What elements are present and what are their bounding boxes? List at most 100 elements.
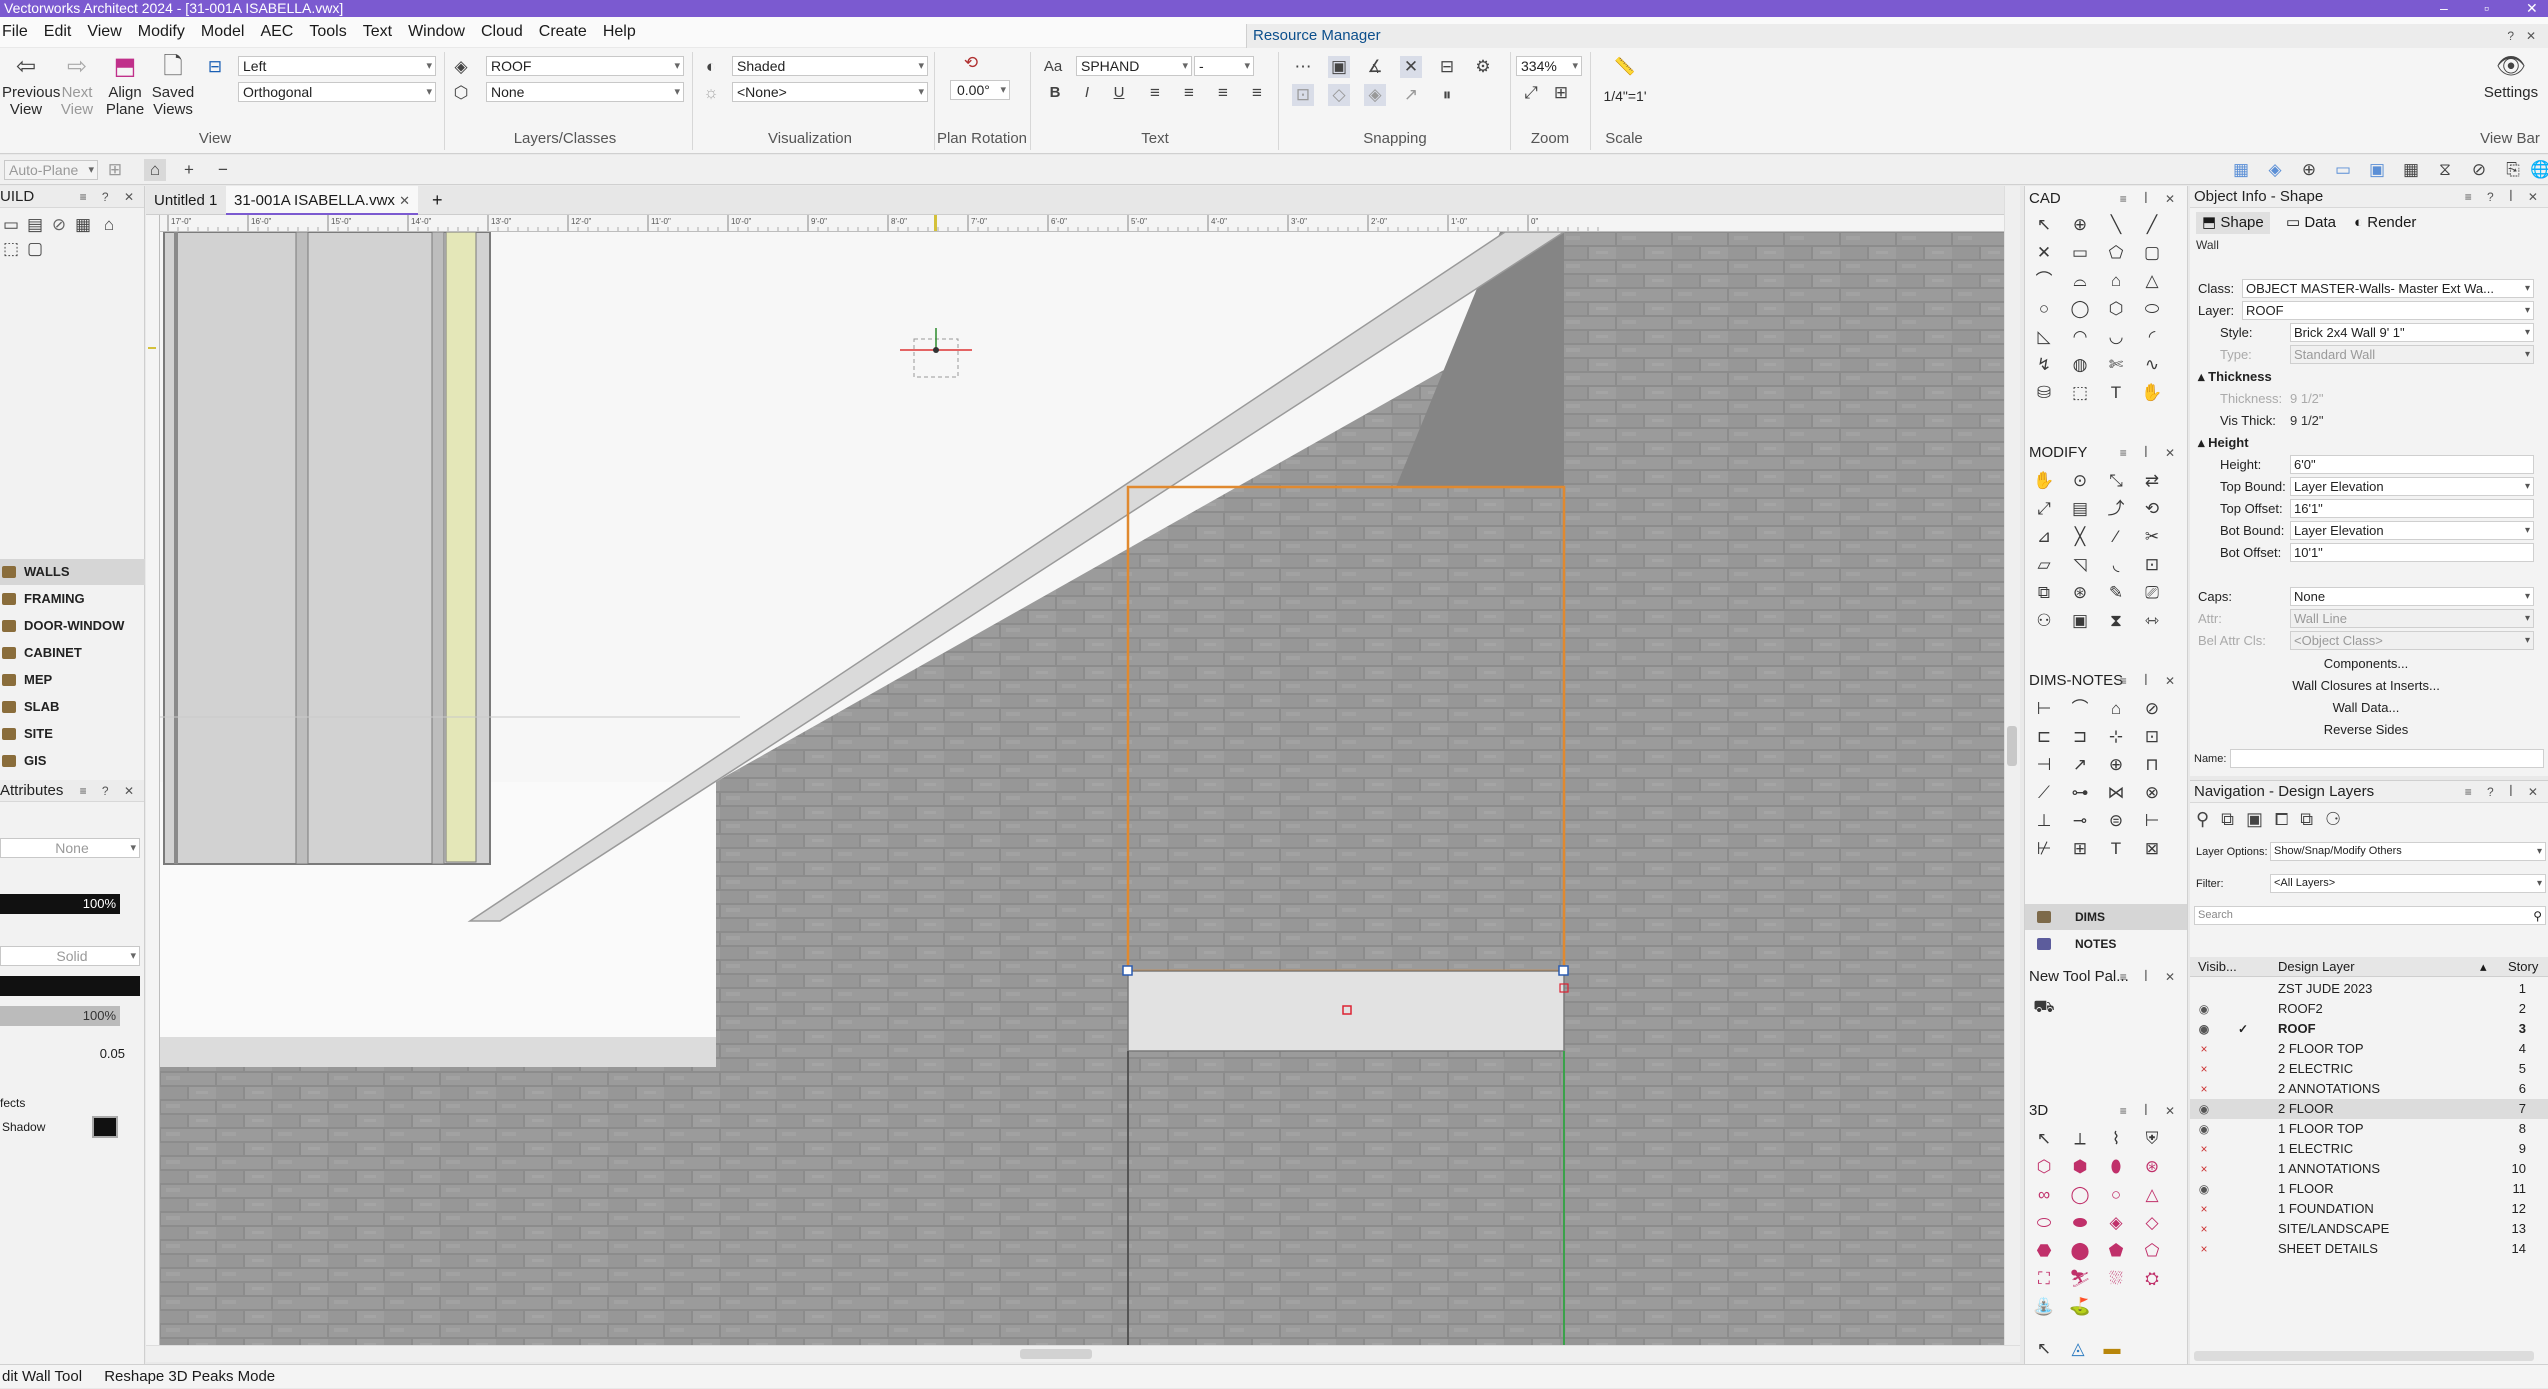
- palette-controls[interactable]: ≡ ? ꟾ ✕: [2465, 781, 2544, 803]
- tab-render[interactable]: ◐ Render: [2348, 212, 2422, 234]
- layer-select[interactable]: ROOF: [2242, 301, 2534, 320]
- class-select[interactable]: OBJECT MASTER-Walls- Master Ext Wa...: [2242, 279, 2534, 298]
- section-view-icon[interactable]: ▭: [2332, 159, 2354, 181]
- tab-shape[interactable]: ⬒ Shape: [2196, 212, 2270, 234]
- cad-tool-icon[interactable]: ◠: [2065, 324, 2095, 350]
- close-icon[interactable]: ✕: [2526, 0, 2538, 17]
- align-left-icon[interactable]: ≡: [1144, 82, 1166, 104]
- view-select[interactable]: Left: [238, 56, 436, 76]
- custom-tool-icon[interactable]: ⛟: [2029, 994, 2059, 1020]
- hidden-x-icon[interactable]: ×: [2198, 1159, 2210, 1179]
- layer-row[interactable]: ◉ ✓ ROOF 3: [2190, 1019, 2548, 1039]
- layer-view-icon[interactable]: ▦: [2230, 159, 2252, 181]
- 3d-tool-icon[interactable]: ⛲: [2029, 1294, 2059, 1320]
- layer-row[interactable]: × 1 ANNOTATIONS 10: [2190, 1159, 2548, 1179]
- align-right-icon[interactable]: ≡: [1212, 82, 1234, 104]
- hidden-x-icon[interactable]: ×: [2198, 1239, 2210, 1259]
- modify-tool-icon[interactable]: ⇄: [2137, 468, 2167, 494]
- 3d-tool-icon[interactable]: ⬠: [2137, 1238, 2167, 1264]
- menu-modify[interactable]: Modify: [130, 17, 193, 47]
- close-icon[interactable]: ✕: [2526, 24, 2536, 48]
- dims-notes-tool-icon[interactable]: ⊣: [2029, 752, 2059, 778]
- toolset-mep[interactable]: MEP: [0, 667, 145, 693]
- dims-notes-tool-icon[interactable]: T: [2101, 836, 2131, 862]
- style-select[interactable]: Brick 2x4 Wall 9' 1": [2290, 323, 2534, 342]
- selection-handle[interactable]: [1558, 965, 1569, 976]
- components-button[interactable]: Components...: [2194, 654, 2538, 674]
- maximize-icon[interactable]: ▫: [2484, 0, 2489, 17]
- tab-isabella[interactable]: 31-001A ISABELLA.vwx ✕: [226, 186, 419, 215]
- snap-distance-icon[interactable]: ⊟: [1436, 56, 1458, 78]
- layer-row[interactable]: ◉ 1 FLOOR 11: [2190, 1179, 2548, 1199]
- wall-data-button[interactable]: Wall Data...: [2194, 698, 2538, 718]
- filter-select[interactable]: <All Layers>: [2270, 874, 2546, 893]
- cad-tool-icon[interactable]: ⛁: [2029, 380, 2059, 406]
- 3d-tool-icon[interactable]: ⬢: [2065, 1154, 2095, 1180]
- visible-eye-icon[interactable]: ◉: [2198, 999, 2210, 1019]
- palette-controls[interactable]: ≡ ꟾ ✕: [2120, 1100, 2182, 1122]
- cad-tool-icon[interactable]: ○: [2029, 296, 2059, 322]
- active-layer-select[interactable]: ROOF: [486, 56, 684, 76]
- toolset-icon-6[interactable]: ⬚: [0, 238, 22, 260]
- modify-tool-icon[interactable]: ⊡: [2137, 552, 2167, 578]
- visible-eye-icon[interactable]: ◉: [2198, 1099, 2210, 1119]
- 3d-tool-icon[interactable]: ◯: [2065, 1182, 2095, 1208]
- dims-notes-tool-icon[interactable]: ⊓: [2137, 752, 2167, 778]
- modify-tool-icon[interactable]: ✂: [2137, 524, 2167, 550]
- toolset-icon-2[interactable]: ▤: [24, 214, 46, 236]
- bot-bound-select[interactable]: Layer Elevation: [2290, 521, 2534, 540]
- 3d-tool-icon[interactable]: ⊛: [2137, 1154, 2167, 1180]
- light-select[interactable]: <None>: [732, 82, 928, 102]
- auto-plane-button[interactable]: Auto-Plane: [4, 160, 98, 180]
- selection-tool-icon[interactable]: ↖: [2029, 1336, 2059, 1362]
- modify-tool-icon[interactable]: ⁄: [2101, 524, 2131, 550]
- height-header[interactable]: ▴ Height: [2190, 432, 2548, 454]
- dims-notes-tool-icon[interactable]: ⊢: [2029, 696, 2059, 722]
- dims-notes-tool-icon[interactable]: ⟋: [2029, 780, 2059, 806]
- modify-tool-icon[interactable]: ✎: [2101, 580, 2131, 606]
- modify-tool-icon[interactable]: ⤴: [2101, 496, 2131, 522]
- cad-tool-icon[interactable]: ╲: [2101, 212, 2131, 238]
- cad-tool-icon[interactable]: ↯: [2029, 352, 2059, 378]
- close-icon[interactable]: ✕: [399, 193, 410, 208]
- visible-eye-icon[interactable]: ◉: [2198, 1179, 2210, 1199]
- wall-closures-button[interactable]: Wall Closures at Inserts...: [2194, 676, 2538, 696]
- cad-tool-icon[interactable]: ⬡: [2101, 296, 2131, 322]
- 3d-tool-icon[interactable]: ⛆: [2101, 1266, 2131, 1292]
- plan-rotation-field[interactable]: 0.00°: [950, 80, 1010, 100]
- dims-notes-tool-icon[interactable]: ↗: [2065, 752, 2095, 778]
- hidden-x-icon[interactable]: ×: [2198, 1059, 2210, 1079]
- col-story[interactable]: Story: [2508, 957, 2538, 977]
- italic-icon[interactable]: I: [1076, 82, 1098, 104]
- horizontal-scrollbar[interactable]: [146, 1345, 2020, 1362]
- dims-notes-tool-icon[interactable]: ⊜: [2101, 808, 2131, 834]
- modify-tool-icon[interactable]: ▣: [2065, 608, 2095, 634]
- next-view-button[interactable]: ⇨ Next View: [54, 54, 100, 119]
- layer-row[interactable]: × 1 ELECTRIC 9: [2190, 1139, 2548, 1159]
- pause-icon[interactable]: ⏸: [1436, 84, 1458, 106]
- settings-button[interactable]: 👁 Settings: [2476, 54, 2546, 102]
- layer-options-select[interactable]: Show/Snap/Modify Others: [2270, 842, 2546, 861]
- align-plane-button[interactable]: ⬒ Align Plane: [102, 54, 148, 119]
- modify-tool-icon[interactable]: ▤: [2065, 496, 2095, 522]
- palette-controls[interactable]: ≡ ? ꟾ ✕: [2465, 186, 2544, 208]
- pen-style-select[interactable]: Solid: [0, 946, 140, 966]
- 3d-tool-icon[interactable]: ⛶: [2029, 1266, 2059, 1292]
- modify-tool-icon[interactable]: ⤡: [2101, 468, 2131, 494]
- cad-tool-icon[interactable]: ◺: [2029, 324, 2059, 350]
- snap-angle-icon[interactable]: ∡: [1364, 56, 1386, 78]
- menu-view[interactable]: View: [79, 17, 129, 47]
- toolset-icon-4[interactable]: ▦: [72, 214, 94, 236]
- font-select[interactable]: SPHAND: [1076, 56, 1192, 76]
- zoom-field[interactable]: 334%: [1516, 56, 1582, 76]
- layer-row[interactable]: × 2 FLOOR TOP 4: [2190, 1039, 2548, 1059]
- caps-select[interactable]: None: [2290, 587, 2534, 606]
- dims-notes-tool-icon[interactable]: ⊥: [2029, 808, 2059, 834]
- folder-icon[interactable]: ▬: [2097, 1336, 2127, 1362]
- layer-row[interactable]: ◉ 1 FLOOR TOP 8: [2190, 1119, 2548, 1139]
- selection-handle[interactable]: [1122, 965, 1133, 976]
- modify-tool-icon[interactable]: ⊛: [2065, 580, 2095, 606]
- fit-to-window-icon[interactable]: ⤢: [1520, 82, 1542, 104]
- menu-window[interactable]: Window: [400, 17, 473, 47]
- reverse-sides-button[interactable]: Reverse Sides: [2194, 720, 2538, 740]
